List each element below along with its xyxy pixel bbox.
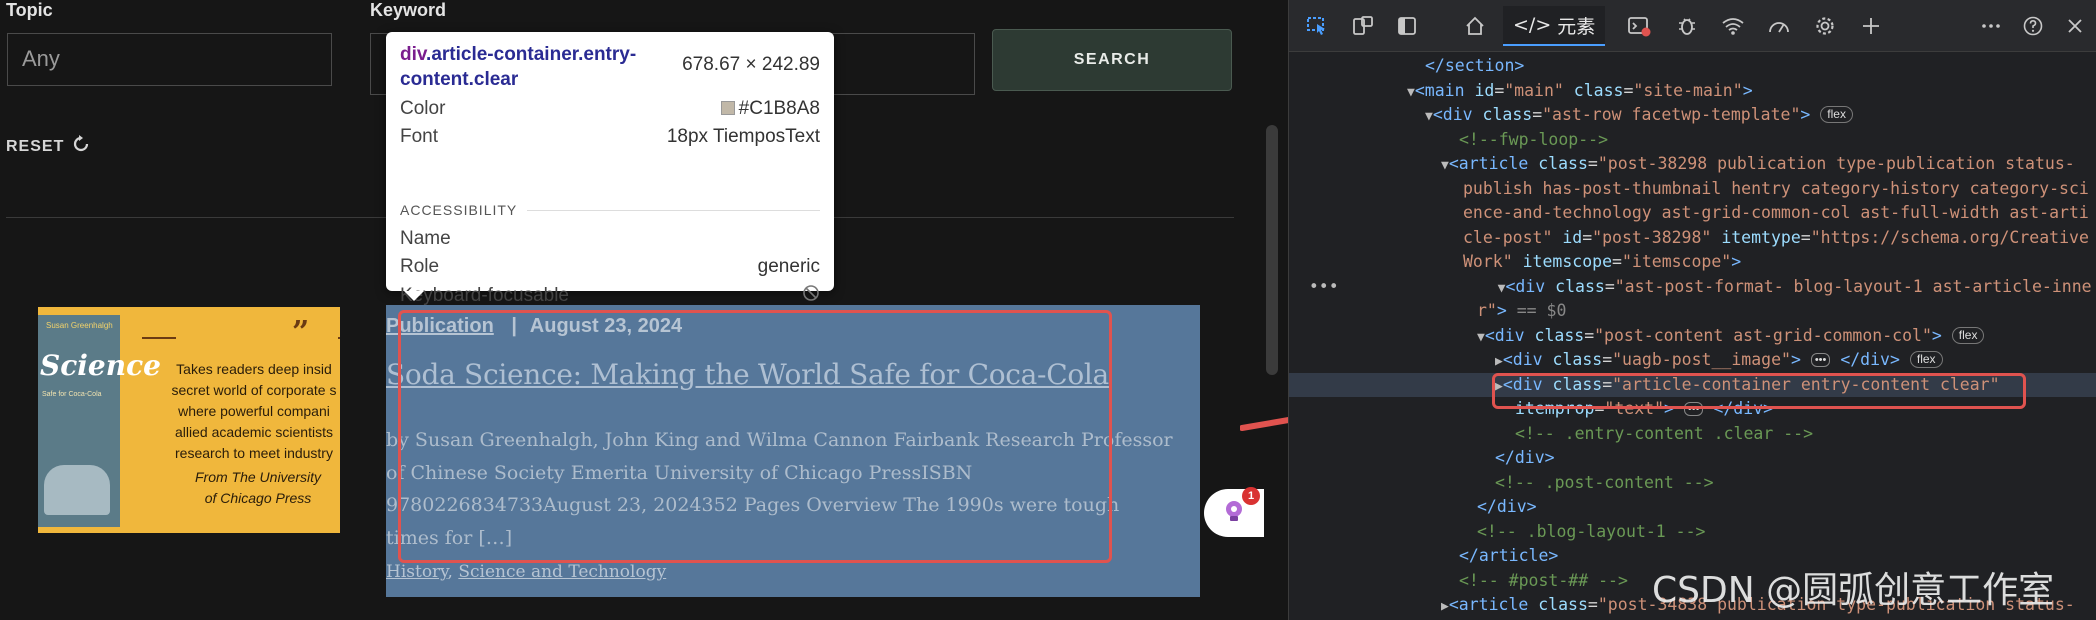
tooltip-role-row: Role generic [400,256,820,278]
tooltip-section-label: ACCESSIBILITY [400,202,518,218]
reset-icon [72,135,90,158]
tab-elements[interactable]: </> 元素 [1503,6,1606,46]
home-icon[interactable] [1459,10,1491,42]
dock-side-icon[interactable] [1391,10,1423,42]
category-separator: , [447,562,459,582]
more-options-icon[interactable] [1975,10,2007,42]
article-thumbnail[interactable]: Susan Greenhalgh Science Safe for Coca-C… [38,307,340,533]
inspect-element-icon[interactable] [1301,10,1333,42]
topic-select-value: Any [22,46,60,71]
dom-node-article-cont-3: cle-post" id="post-38298" itemtype="http… [1463,227,2089,247]
tooltip-role-label: Role [400,256,440,277]
thumbnail-publisher: From The University of Chicago Press [194,469,322,506]
tab-elements-label: 元素 [1557,15,1596,38]
device-toolbar-icon[interactable] [1347,10,1379,42]
tooltip-classes: .article-container.entry-content.clear [400,44,637,90]
dom-node-uagb-image[interactable]: ▶<div class="uagb-post__image"> ••• </di… [1495,348,2096,373]
dom-comment-blog-layout[interactable]: <!-- .blog-layout-1 --> [1477,520,2096,545]
dom-node-div-close-1[interactable]: </div> [1495,446,2096,471]
book-author: Susan Greenhalgh [46,321,113,330]
add-tool-icon[interactable] [1855,10,1887,42]
category-link-science-and-technology[interactable]: Science and Technology [458,562,666,582]
keyword-label: Keyword [370,0,447,20]
dom-comment-entry-content[interactable]: <!-- .entry-content .clear --> [1515,422,2096,447]
dom-comment-post-content[interactable]: <!-- .post-content --> [1495,471,2096,496]
tooltip-name-label: Name [400,228,451,249]
book-title: Science [40,349,161,382]
reset-button[interactable]: RESET [6,135,90,158]
tooltip-font-label: Font [400,126,439,147]
topic-label: Topic [6,0,53,20]
help-icon[interactable] [2017,10,2049,42]
devtools-toolbar: </> 元素 [1289,0,2096,52]
tooltip-color-value: #C1B8A8 [738,98,820,119]
performance-icon[interactable] [1763,10,1795,42]
reset-label: RESET [6,137,65,155]
console-icon[interactable] [1623,10,1655,42]
tooltip-color-row: Color #C1B8A8 [400,98,820,120]
notification-badge: 1 [1242,487,1260,505]
tooltip-focus-label: Keyboard-focusable [400,285,569,306]
tooltip-selector: div.article-container.entry-content.clea… [400,42,690,92]
tooltip-accessibility-header: ACCESSIBILITY [400,202,820,218]
not-allowed-icon [802,284,820,308]
dom-node-div-close-2[interactable]: </div> [1477,495,2096,520]
tooltip-font-value: 18px TiemposText [666,126,820,147]
tooltip-focus-row: Keyboard-focusable [400,284,820,308]
dom-comment-fwp-loop[interactable]: <!--fwp-loop--> [1459,128,2096,153]
category-link-history[interactable]: History [386,562,448,582]
color-swatch-icon [720,101,735,115]
tooltip-role-value: generic [757,256,820,277]
dom-node-article-cont-4: Work" itemscope="itemscope"> [1463,252,1742,271]
floating-assistant-button[interactable]: 1 [1204,487,1264,537]
settings-gear-icon[interactable] [1809,10,1841,42]
lightbulb-icon [1221,498,1247,529]
dom-tree: </section> ▼<main id="main" class="site-… [1289,54,2096,620]
csdn-watermark: CSDN @圆弧创意工作室 [1652,570,2055,611]
dom-node-article-cont-1: publish has-post-thumbnail hentry catego… [1463,178,2089,198]
tooltip-dimensions: 678.67 × 242.89 [682,54,820,75]
dom-node-post-format-cont: r"> == $0 [1477,301,1567,320]
annotation-box-dom-node [1492,373,2026,409]
tooltip-color-label: Color [400,98,446,119]
book-cover: Susan Greenhalgh Science Safe for Coca-C… [38,315,161,527]
inspect-tooltip: div.article-container.entry-content.clea… [386,32,834,306]
dom-node-section-close[interactable]: </section> [1425,54,2096,79]
quote-rule-left [142,337,176,339]
search-button[interactable]: SEARCH [992,29,1232,91]
thumbnail-tagline: Takes readers deep insid secret world of… [171,361,337,461]
annotation-box-article [398,310,1112,563]
dom-node-post-content[interactable]: ▼<div class="post-content ast-grid-commo… [1477,324,2096,349]
dom-node-article-cont-2: ence-and-technology ast-grid-common-col … [1463,203,2089,222]
wifi-icon[interactable] [1717,10,1749,42]
dom-node-main[interactable]: ▼<main id="main" class="site-main"> [1407,79,2096,104]
article-categories: History, Science and Technology [386,562,666,582]
book-figures-illustration [44,465,110,515]
tooltip-section-rule [527,209,820,211]
bug-icon[interactable] [1671,10,1703,42]
dom-node-ast-row[interactable]: ▼<div class="ast-row facetwp-template"> … [1425,103,2096,128]
webpage-viewport: Topic Keyword Any SEARCH RESET Susan Gre… [0,0,1288,620]
book-subtitle: Safe for Coca-Cola [42,391,102,398]
quote-rule-right [338,337,340,339]
devtools-panel: </> 元素 </section> ▼<main id="main" class… [1288,0,2096,620]
tooltip-font-row: Font 18px TiemposText [400,126,820,148]
tooltip-tag: div [400,44,427,65]
close-icon[interactable] [2059,10,2091,42]
page-scrollbar-thumb[interactable] [1266,125,1278,375]
topic-select[interactable]: Any [7,33,332,86]
dom-node-article[interactable]: ▼<article class="post-38298 publication … [1441,152,2096,177]
code-brackets-icon: </> [1513,14,1552,36]
tooltip-name-row: Name [400,228,820,250]
dom-node-post-format[interactable]: ••• ▼<div class="ast-post-format- blog-l… [1289,275,2096,300]
quote-mark-icon: ” [292,315,310,350]
